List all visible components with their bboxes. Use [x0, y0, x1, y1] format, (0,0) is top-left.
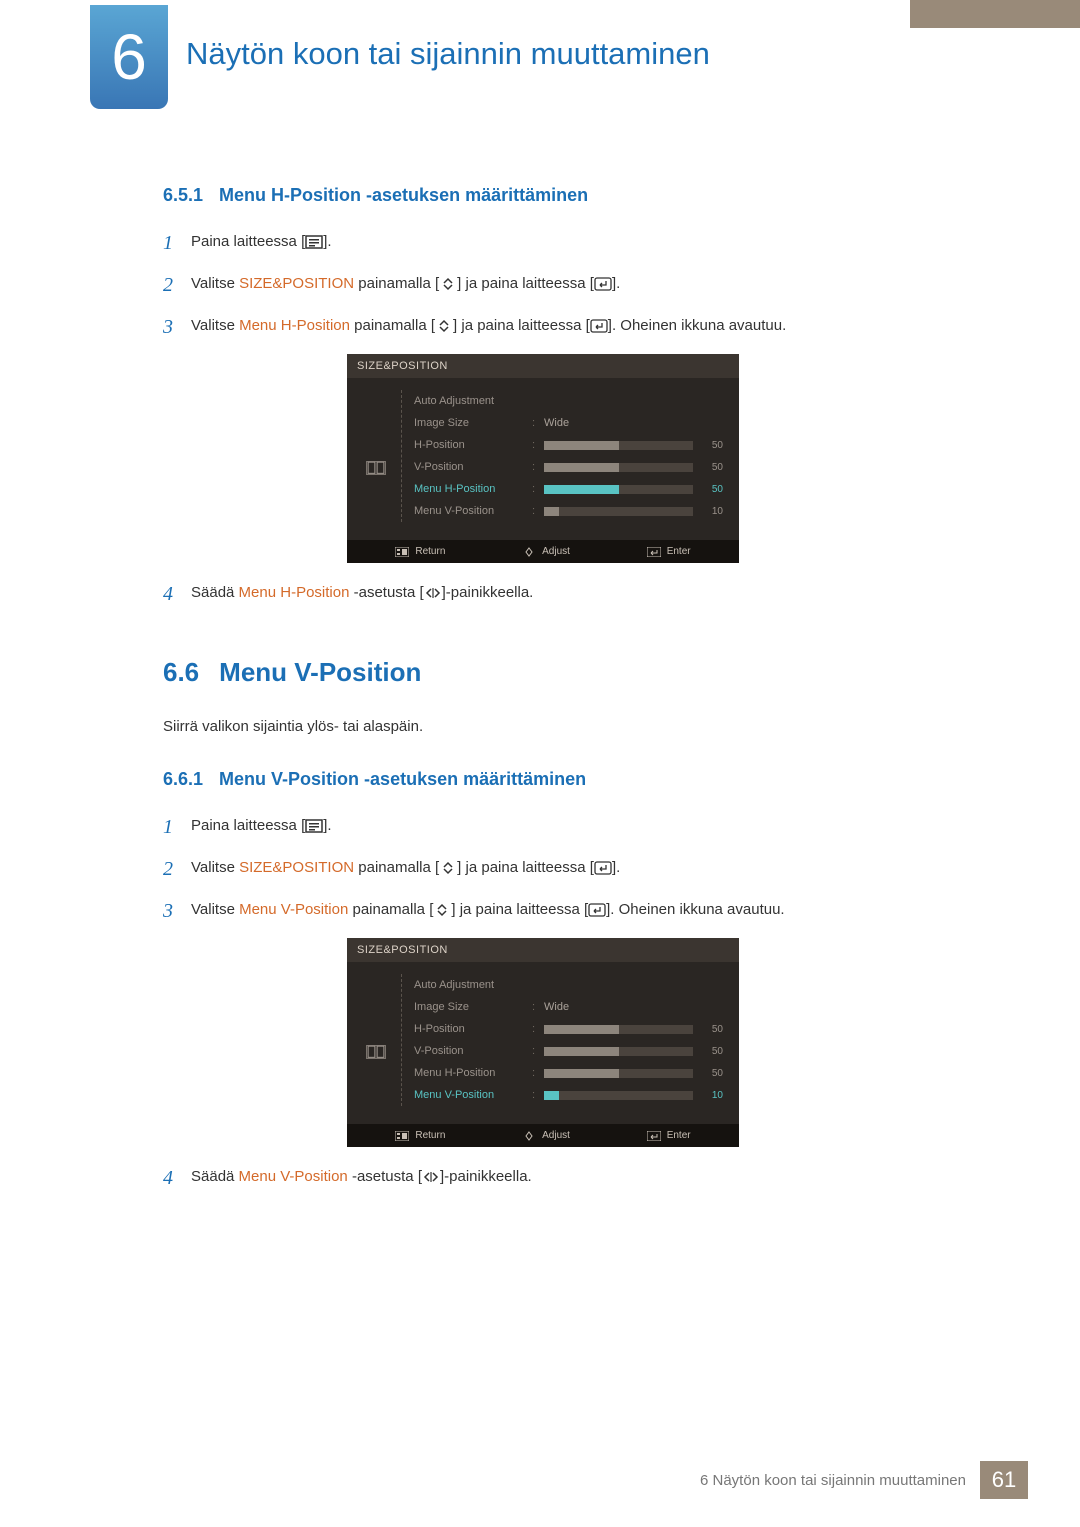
- osd-row-menu-vposition: Menu V-Position:10: [414, 500, 723, 522]
- highlight-term: SIZE&POSITION: [239, 275, 354, 292]
- updown-icon: [433, 903, 451, 917]
- highlight-term: Menu H-Position: [239, 317, 350, 334]
- menu-icon: [305, 235, 323, 249]
- step-list: 4 Säädä Menu V-Position -asetusta []-pai…: [163, 1163, 923, 1193]
- menu-icon: [305, 819, 323, 833]
- osd-category-icon: [363, 390, 389, 522]
- highlight-term: Menu H-Position: [239, 584, 350, 601]
- subsection-heading: 6.6.1 Menu V-Position -asetuksen määrittä…: [163, 769, 923, 790]
- subsection-number: 6.6.1: [163, 769, 203, 789]
- chapter-title: Näytön koon tai sijainnin muuttaminen: [186, 36, 710, 72]
- top-accent-bar: [910, 0, 1080, 28]
- step-item: 3 Valitse Menu V-Position painamalla [] …: [163, 896, 923, 926]
- step-item: 2 Valitse SIZE&POSITION painamalla [] ja…: [163, 854, 923, 884]
- step-text: Paina laitteessa [].: [191, 812, 923, 838]
- enter-icon: [590, 319, 608, 333]
- step-item: 1 Paina laitteessa [].: [163, 228, 923, 258]
- step-number: 2: [163, 854, 191, 884]
- step-number: 2: [163, 270, 191, 300]
- osd-footer-return: Return: [395, 1130, 445, 1141]
- osd-row-imagesize: Image Size:Wide: [414, 412, 723, 434]
- osd-panel: SIZE&POSITION Auto Adjustment Image Size…: [347, 938, 739, 1147]
- step-number: 3: [163, 896, 191, 926]
- osd-row-imagesize: Image Size:Wide: [414, 996, 723, 1018]
- step-text: Valitse SIZE&POSITION painamalla [] ja p…: [191, 854, 923, 880]
- step-number: 4: [163, 1163, 191, 1193]
- step-item: 4 Säädä Menu H-Position -asetusta []-pai…: [163, 579, 923, 609]
- osd-footer-enter: Enter: [647, 1130, 691, 1141]
- osd-row-vposition: V-Position:50: [414, 1040, 723, 1062]
- page-footer: 6 Näytön koon tai sijainnin muuttaminen …: [686, 1461, 1028, 1499]
- updown-icon: [439, 861, 457, 875]
- leftright-icon: [422, 1170, 440, 1184]
- subsection-651: 6.5.1 Menu H-Position -asetuksen määrittä…: [163, 185, 923, 609]
- step-item: 1 Paina laitteessa [].: [163, 812, 923, 842]
- osd-row-menu-hposition: Menu H-Position:50: [414, 1062, 723, 1084]
- updown-icon: [435, 319, 453, 333]
- osd-row-auto: Auto Adjustment: [414, 390, 723, 412]
- highlight-term: SIZE&POSITION: [239, 859, 354, 876]
- step-text: Valitse Menu H-Position painamalla [] ja…: [191, 312, 923, 338]
- section-heading: 6.6 Menu V-Position: [163, 657, 923, 688]
- step-text: Säädä Menu V-Position -asetusta []-paini…: [191, 1163, 923, 1189]
- step-item: 4 Säädä Menu V-Position -asetusta []-pai…: [163, 1163, 923, 1193]
- section-number: 6.6: [163, 657, 199, 688]
- step-number: 1: [163, 228, 191, 258]
- section-lead-text: Siirrä valikon sijaintia ylös- tai alasp…: [163, 718, 923, 735]
- step-list: 4 Säädä Menu H-Position -asetusta []-pai…: [163, 579, 923, 609]
- leftright-icon: [424, 586, 442, 600]
- subsection-title: Menu V-Position -asetuksen määrittäminen: [219, 769, 586, 789]
- step-list: 1 Paina laitteessa []. 2 Valitse SIZE&PO…: [163, 812, 923, 926]
- step-list: 1 Paina laitteessa []. 2 Valitse SIZE&PO…: [163, 228, 923, 342]
- osd-header: SIZE&POSITION: [347, 354, 739, 378]
- osd-header: SIZE&POSITION: [347, 938, 739, 962]
- step-item: 2 Valitse SIZE&POSITION painamalla [] ja…: [163, 270, 923, 300]
- osd-row-vposition: V-Position:50: [414, 456, 723, 478]
- footer-chapter-text: 6 Näytön koon tai sijainnin muuttaminen: [686, 1461, 980, 1499]
- page-number: 61: [980, 1461, 1028, 1499]
- subsection-title: Menu H-Position -asetuksen määrittäminen: [219, 185, 588, 205]
- osd-row-menu-hposition: Menu H-Position:50: [414, 478, 723, 500]
- osd-footer: Return Adjust Enter: [347, 540, 739, 563]
- step-text: Valitse Menu V-Position painamalla [] ja…: [191, 896, 923, 922]
- enter-icon: [594, 277, 612, 291]
- osd-screenshot: SIZE&POSITION Auto Adjustment Image Size…: [163, 938, 923, 1147]
- osd-panel: SIZE&POSITION Auto Adjustment Image Size…: [347, 354, 739, 563]
- osd-footer: Return Adjust Enter: [347, 1124, 739, 1147]
- subsection-number: 6.5.1: [163, 185, 203, 205]
- osd-footer-adjust: Adjust: [522, 546, 570, 557]
- osd-footer-enter: Enter: [647, 546, 691, 557]
- osd-row-hposition: H-Position:50: [414, 1018, 723, 1040]
- osd-footer-return: Return: [395, 546, 445, 557]
- step-item: 3 Valitse Menu H-Position painamalla [] …: [163, 312, 923, 342]
- osd-footer-adjust: Adjust: [522, 1130, 570, 1141]
- chapter-number: 6: [111, 20, 147, 94]
- step-number: 3: [163, 312, 191, 342]
- enter-icon: [588, 903, 606, 917]
- osd-row-auto: Auto Adjustment: [414, 974, 723, 996]
- chapter-number-tab: 6: [90, 5, 168, 109]
- section-title: Menu V-Position: [219, 657, 421, 688]
- step-text: Säädä Menu H-Position -asetusta []-paini…: [191, 579, 923, 605]
- updown-icon: [439, 277, 457, 291]
- step-number: 4: [163, 579, 191, 609]
- highlight-term: Menu V-Position: [239, 1168, 348, 1185]
- step-text: Paina laitteessa [].: [191, 228, 923, 254]
- enter-icon: [594, 861, 612, 875]
- highlight-term: Menu V-Position: [239, 901, 348, 918]
- subsection-heading: 6.5.1 Menu H-Position -asetuksen määrittä…: [163, 185, 923, 206]
- osd-row-menu-vposition: Menu V-Position:10: [414, 1084, 723, 1106]
- subsection-661: 6.6.1 Menu V-Position -asetuksen määrittä…: [163, 769, 923, 1193]
- osd-screenshot: SIZE&POSITION Auto Adjustment Image Size…: [163, 354, 923, 563]
- osd-category-icon: [363, 974, 389, 1106]
- step-number: 1: [163, 812, 191, 842]
- osd-row-hposition: H-Position:50: [414, 434, 723, 456]
- step-text: Valitse SIZE&POSITION painamalla [] ja p…: [191, 270, 923, 296]
